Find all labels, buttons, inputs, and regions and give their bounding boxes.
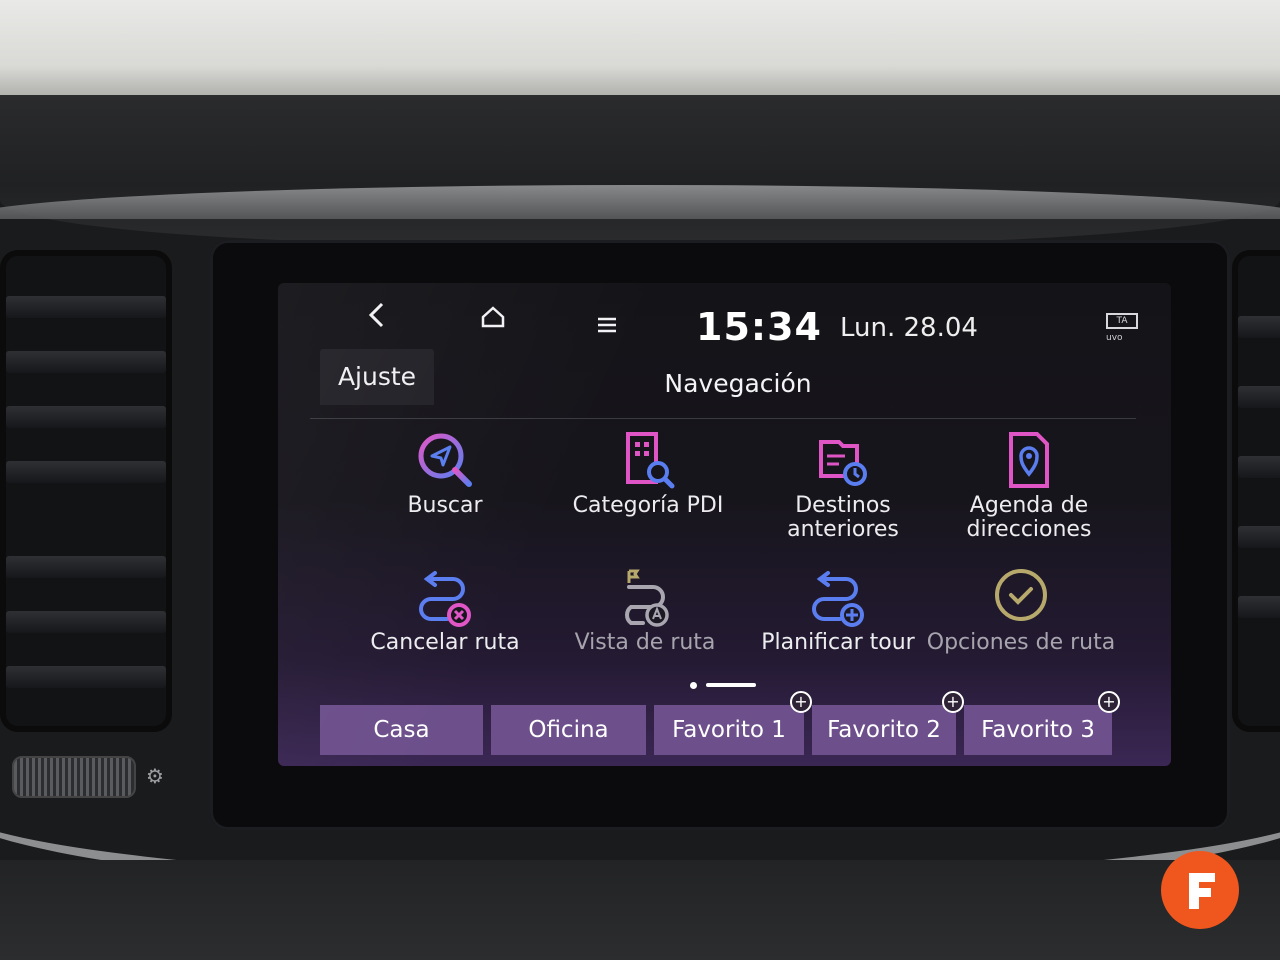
menu-item-categoria-pdi[interactable]: Categoría PDI	[553, 428, 743, 518]
uvo-signal-label: uvo	[1106, 333, 1123, 343]
search-location-icon	[418, 433, 472, 487]
dashboard-top	[0, 95, 1280, 245]
favorite-label: Favorito 3	[981, 717, 1095, 743]
volume-knob[interactable]	[12, 756, 136, 798]
date: Lun. 28.04	[840, 313, 978, 343]
poi-building-search-icon	[626, 432, 675, 489]
favorite-label: Favorito 2	[827, 717, 941, 743]
address-book-pin-icon	[1009, 432, 1049, 488]
favorite-3[interactable]: Favorito 3 +	[964, 691, 1120, 755]
page-dot	[690, 682, 697, 689]
vent-control-icon: ⚙	[146, 764, 164, 788]
air-vent-right	[1232, 250, 1280, 732]
recent-destinations-icon	[819, 440, 867, 486]
center-console	[0, 860, 1280, 960]
add-favorite-icon[interactable]: +	[790, 691, 812, 713]
favorite-label: Oficina	[528, 717, 609, 743]
check-circle-icon	[995, 569, 1047, 621]
ta-badge: TA	[1106, 313, 1138, 329]
background-wall	[0, 0, 1280, 110]
favorite-1[interactable]: Favorito 1 +	[654, 691, 812, 755]
infotainment-screen: 15:34 Lun. 28.04 TA uvo Ajuste Navegació…	[278, 283, 1171, 766]
home-icon[interactable]	[480, 305, 506, 334]
route-cancel-icon	[419, 571, 471, 627]
menu-item-agenda-de-direcciones[interactable]: Agenda de direcciones	[934, 428, 1124, 542]
clock: 15:34	[696, 305, 822, 349]
hamburger-menu-icon[interactable]	[596, 311, 618, 339]
brand-logo-icon	[1161, 851, 1239, 929]
menu-item-buscar[interactable]: Buscar	[350, 428, 540, 518]
tab-ajuste[interactable]: Ajuste	[320, 349, 434, 405]
menu-item-destinos-anteriores[interactable]: Destinos anteriores	[748, 428, 938, 542]
back-icon[interactable]	[366, 301, 388, 334]
route-add-icon	[812, 571, 864, 627]
menu-item-planificar-tour[interactable]: Planificar tour	[743, 565, 933, 655]
menu-item-label: Planificar tour	[761, 630, 915, 655]
menu-item-cancelar-ruta[interactable]: Cancelar ruta	[350, 565, 540, 655]
menu-item-label: Destinos anteriores	[787, 493, 899, 542]
favorite-label: Favorito 1	[672, 717, 786, 743]
page-title: Navegación	[664, 369, 812, 398]
favorite-label: Casa	[373, 717, 430, 743]
menu-item-label: Buscar	[407, 493, 483, 518]
menu-item-opciones-de-ruta: Opciones de ruta	[926, 565, 1116, 655]
traffic-announcement-indicator: TA uvo	[1106, 313, 1138, 343]
menu-item-label: Opciones de ruta	[926, 630, 1116, 655]
favorite-2[interactable]: Favorito 2 +	[812, 691, 964, 755]
favorite-casa[interactable]: Casa	[320, 705, 483, 755]
status-bar: 15:34 Lun. 28.04 TA uvo	[278, 283, 1171, 353]
page-bar-active	[706, 683, 756, 687]
title-divider	[310, 418, 1136, 419]
menu-item-label: Categoría PDI	[572, 493, 724, 518]
add-favorite-icon[interactable]: +	[942, 691, 964, 713]
route-overview-icon	[625, 569, 669, 627]
air-vent-left	[0, 250, 172, 732]
menu-item-label: Agenda de direcciones	[966, 493, 1092, 542]
add-favorite-icon[interactable]: +	[1098, 691, 1120, 713]
page-indicator	[690, 681, 760, 689]
menu-item-label: Cancelar ruta	[370, 630, 520, 655]
favorite-oficina[interactable]: Oficina	[491, 705, 646, 755]
menu-item-vista-de-ruta: Vista de ruta	[550, 565, 740, 655]
menu-item-label: Vista de ruta	[574, 630, 716, 655]
